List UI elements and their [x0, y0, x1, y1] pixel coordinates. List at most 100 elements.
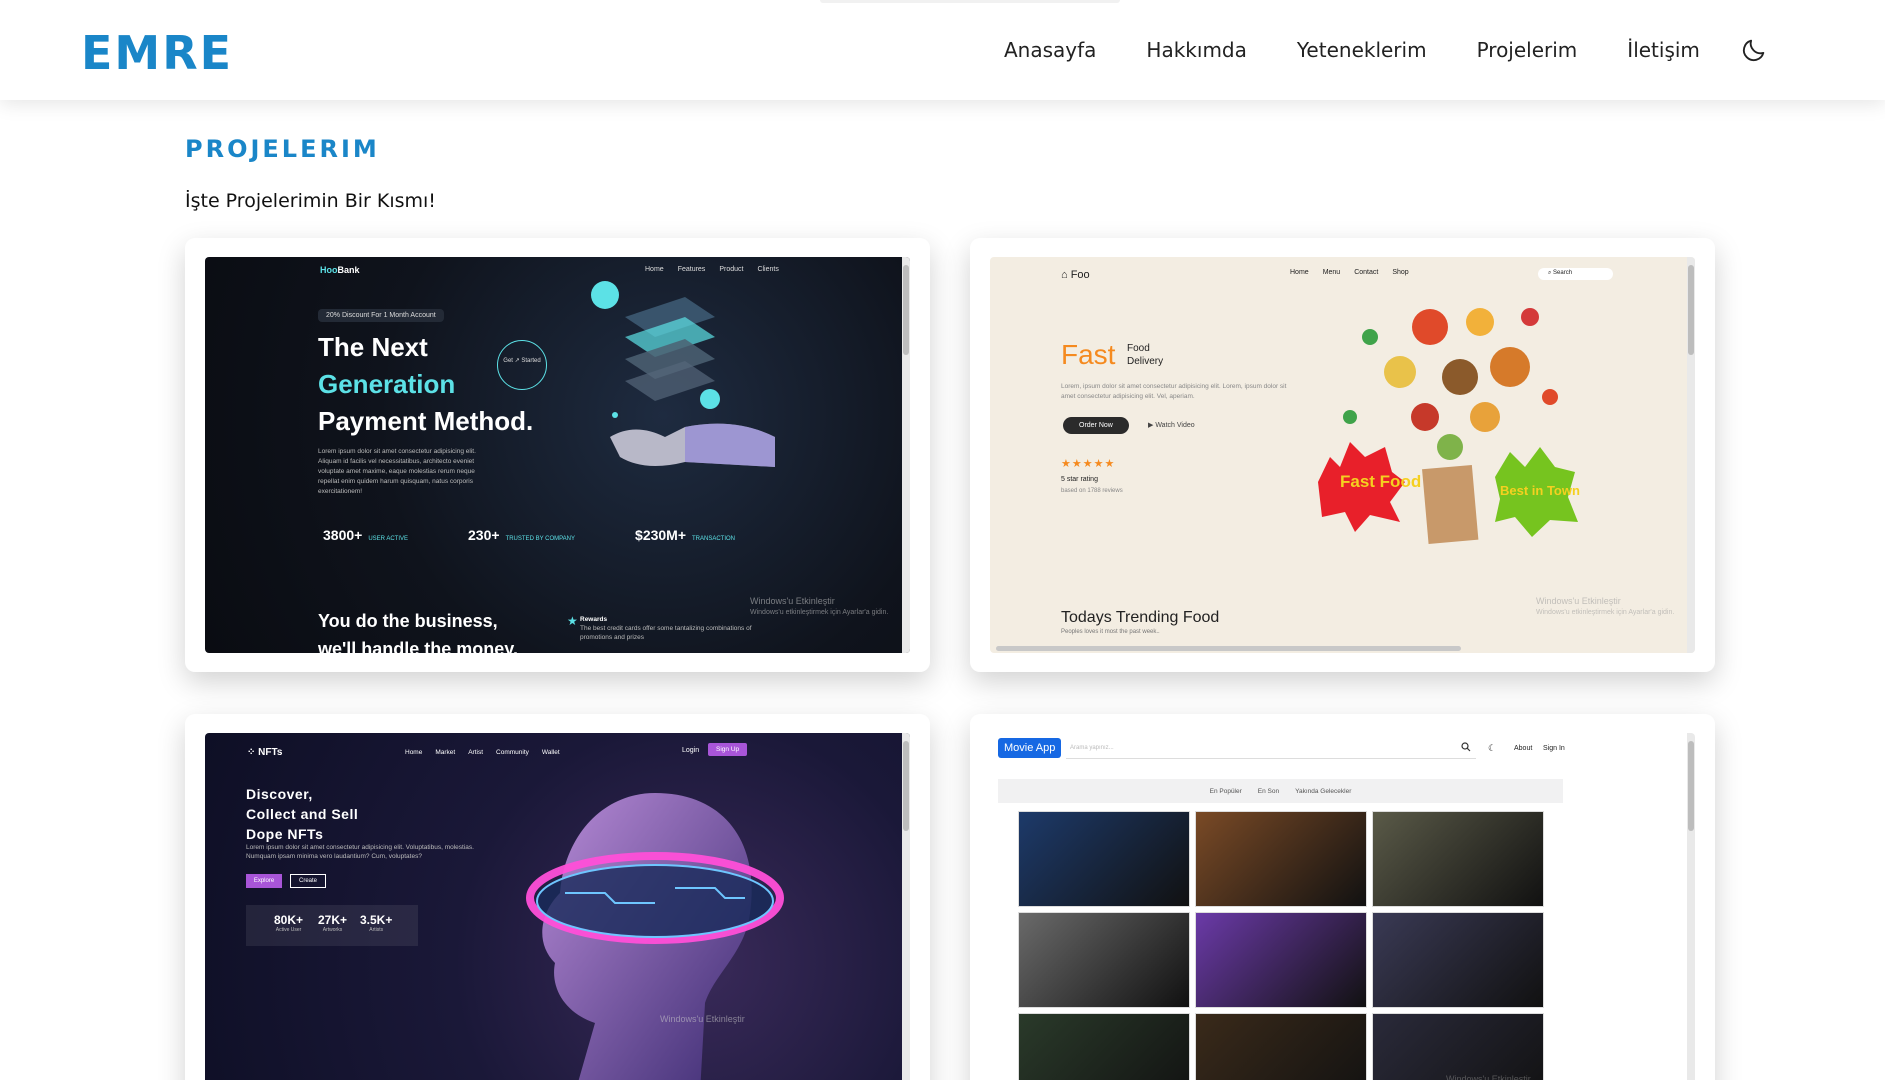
nfts-paragraph: Lorem ipsum dolor sit amet consectetur a… — [246, 844, 474, 860]
search-icon — [1461, 742, 1471, 752]
hoobank-bottom-heading: You do the business, we'll handle the mo… — [318, 611, 518, 653]
movie-poster — [1195, 811, 1367, 907]
foo-nav-item: Menu — [1322, 269, 1341, 276]
hoobank-paragraph: Lorem ipsum dolor sit amet consectetur a… — [318, 448, 476, 495]
screenshot-scrollbar — [1687, 257, 1695, 653]
hoobank-nav-item: Product — [719, 266, 744, 273]
project-card-nfts[interactable]: ⁘ NFTs Home Market Artist Community Wall… — [185, 714, 930, 1080]
foo-stars: ★★★★★ — [1061, 458, 1116, 470]
nfts-nav-item: Artist — [468, 749, 484, 756]
movie-app-logo: Movie App — [998, 738, 1062, 758]
menu-item-hakkimda[interactable]: Hakkımda — [1146, 38, 1246, 62]
movie-subnav: En Popüler En Son Yakında Gelecekler — [998, 779, 1563, 803]
nfts-stat: 3.5K+ Artists — [360, 913, 393, 933]
hoobank-stat: $230M+ TRANSACTION — [635, 527, 736, 543]
foo-rating: 5 star rating based on 1788 reviews — [1061, 476, 1123, 494]
nfts-nav-item: Wallet — [541, 749, 560, 756]
foo-nav: Home Menu Contact Shop — [1290, 269, 1409, 276]
nfts-nav-item: Market — [435, 749, 456, 756]
foo-nav-item: Home — [1290, 269, 1309, 276]
foo-paragraph: Lorem, ipsum dolor sit amet consectetur … — [1061, 383, 1287, 400]
site-logo[interactable]: EMRE — [81, 26, 233, 80]
menu-item-anasayfa[interactable]: Anasayfa — [1004, 38, 1096, 62]
nfts-nav-item: Community — [496, 749, 529, 756]
screenshot-scrollbar — [902, 733, 910, 1080]
hoobank-nav: Home Features Product Clients — [645, 266, 779, 273]
movie-search: Arama yapınız... — [1066, 739, 1476, 759]
star-icon: ★ — [567, 614, 578, 628]
foo-badge-fast-food: Fast Food — [1340, 472, 1421, 491]
movie-poster — [1372, 1013, 1544, 1080]
foo-order-button: Order Now — [1063, 417, 1129, 434]
windows-watermark: Windows'u Etkinleştir Windows'u etkinleşt… — [1536, 596, 1675, 616]
screenshot-scrollbar — [1687, 733, 1695, 1080]
foo-food-illustration: Fast Food Best in Town — [1318, 308, 1580, 545]
project-card-foo[interactable]: ⌂ Foo Home Menu Contact Shop ⌕ Search Fa… — [970, 238, 1715, 672]
moon-icon: ☾ — [1488, 743, 1497, 753]
hoobank-nav-item: Clients — [757, 266, 779, 273]
hoobank-heading: The Next Generation Payment Method. — [318, 332, 534, 436]
navbar: EMRE Anasayfa Hakkımda Yeteneklerim Proj… — [0, 0, 1885, 100]
nfts-hero-head — [526, 793, 784, 1080]
screenshot-scrollbar — [902, 257, 910, 653]
hoobank-nav-item: Home — [645, 266, 664, 273]
movie-poster — [1018, 912, 1190, 1008]
foo-logo: ⌂ Foo — [1061, 269, 1090, 281]
foo-trending-title: Todays Trending Food Peoples loves it mo… — [1061, 609, 1220, 635]
foo-food-delivery: Food Delivery — [1127, 343, 1164, 367]
moon-icon[interactable] — [1740, 36, 1768, 64]
nfts-nav: Home Market Artist Community Wallet — [405, 749, 560, 756]
nfts-stat: 27K+ Artworks — [318, 913, 348, 933]
nfts-create-button: Create — [290, 874, 326, 888]
project-screenshot-nfts: ⁘ NFTs Home Market Artist Community Wall… — [205, 733, 910, 1080]
hoobank-rewards: ★ Rewards The best credit cards offer so… — [567, 614, 752, 641]
project-card-hoobank[interactable]: HooBank Home Features Product Clients 20… — [185, 238, 930, 672]
menu-item-yeteneklerim[interactable]: Yeteneklerim — [1297, 38, 1427, 62]
hoobank-stat: 3800+ USER ACTIVE — [323, 527, 409, 543]
hoobank-hero-illustration — [591, 281, 775, 467]
section-subtitle: İşte Projelerimin Bir Kısmı! — [185, 190, 436, 212]
movie-poster — [1372, 912, 1544, 1008]
project-screenshot-movie-app: Movie App Arama yapınız... ☾ About Sign … — [990, 733, 1695, 1080]
movie-poster — [1195, 1013, 1367, 1080]
movie-signin-link: Sign In — [1543, 745, 1565, 752]
foo-badge-best: Best in Town — [1500, 483, 1580, 498]
windows-watermark: Windows'u Etkinleştir — [660, 1014, 745, 1024]
foo-fast-title: Fast — [1061, 339, 1116, 370]
movie-tab: Yakında Gelecekler — [1295, 787, 1352, 795]
project-screenshot-hoobank: HooBank Home Features Product Clients 20… — [205, 257, 910, 653]
movie-about-link: About — [1514, 745, 1533, 752]
hoobank-promo: 20% Discount For 1 Month Account — [318, 309, 444, 322]
movie-tab: En Popüler — [1209, 787, 1242, 795]
browser-tab-hint — [820, 0, 1120, 3]
foo-nav-item: Contact — [1354, 269, 1379, 276]
nfts-heading: Discover, Collect and Sell Dope NFTs — [246, 786, 359, 842]
movie-tab: En Son — [1257, 787, 1280, 795]
screenshot-hscrollbar — [996, 646, 1461, 651]
movie-poster — [1018, 1013, 1190, 1080]
nfts-nav-item: Home — [405, 749, 423, 756]
hoobank-stats: 3800+ USER ACTIVE 230+ TRUSTED BY COMPANY … — [323, 527, 735, 543]
nfts-explore-button: Explore — [246, 874, 282, 888]
main-menu: Anasayfa Hakkımda Yeteneklerim Projeleri… — [1004, 38, 1700, 62]
menu-item-projelerim[interactable]: Projelerim — [1477, 38, 1578, 62]
movie-poster — [1018, 811, 1190, 907]
windows-watermark: Windows'u Etkinleştir — [1446, 1074, 1531, 1080]
nfts-stat: 80K+ Active User — [274, 913, 304, 933]
hoobank-stat: 230+ TRUSTED BY COMPANY — [468, 527, 576, 543]
hoobank-nav-item: Features — [677, 266, 706, 273]
menu-item-iletisim[interactable]: İletişim — [1627, 38, 1700, 62]
hoobank-get-started: Get ↗ Started — [497, 340, 547, 390]
windows-watermark: Windows'u Etkinleştir Windows'u etkinleşt… — [750, 596, 889, 616]
project-screenshot-foo: ⌂ Foo Home Menu Contact Shop ⌕ Search Fa… — [990, 257, 1695, 653]
nfts-logo: ⁘ NFTs — [247, 747, 283, 758]
foo-watch-video: ▶ Watch Video — [1148, 422, 1195, 429]
section-title: PROJELERIM — [185, 135, 380, 163]
hoobank-logo: HooBank — [320, 265, 360, 275]
project-card-movie-app[interactable]: Movie App Arama yapınız... ☾ About Sign … — [970, 714, 1715, 1080]
movie-poster-grid — [1018, 811, 1544, 1080]
foo-nav-item: Shop — [1392, 269, 1409, 276]
nfts-signup: Sign Up — [708, 743, 748, 756]
nfts-login: Login — [682, 747, 700, 754]
movie-poster — [1372, 811, 1544, 907]
